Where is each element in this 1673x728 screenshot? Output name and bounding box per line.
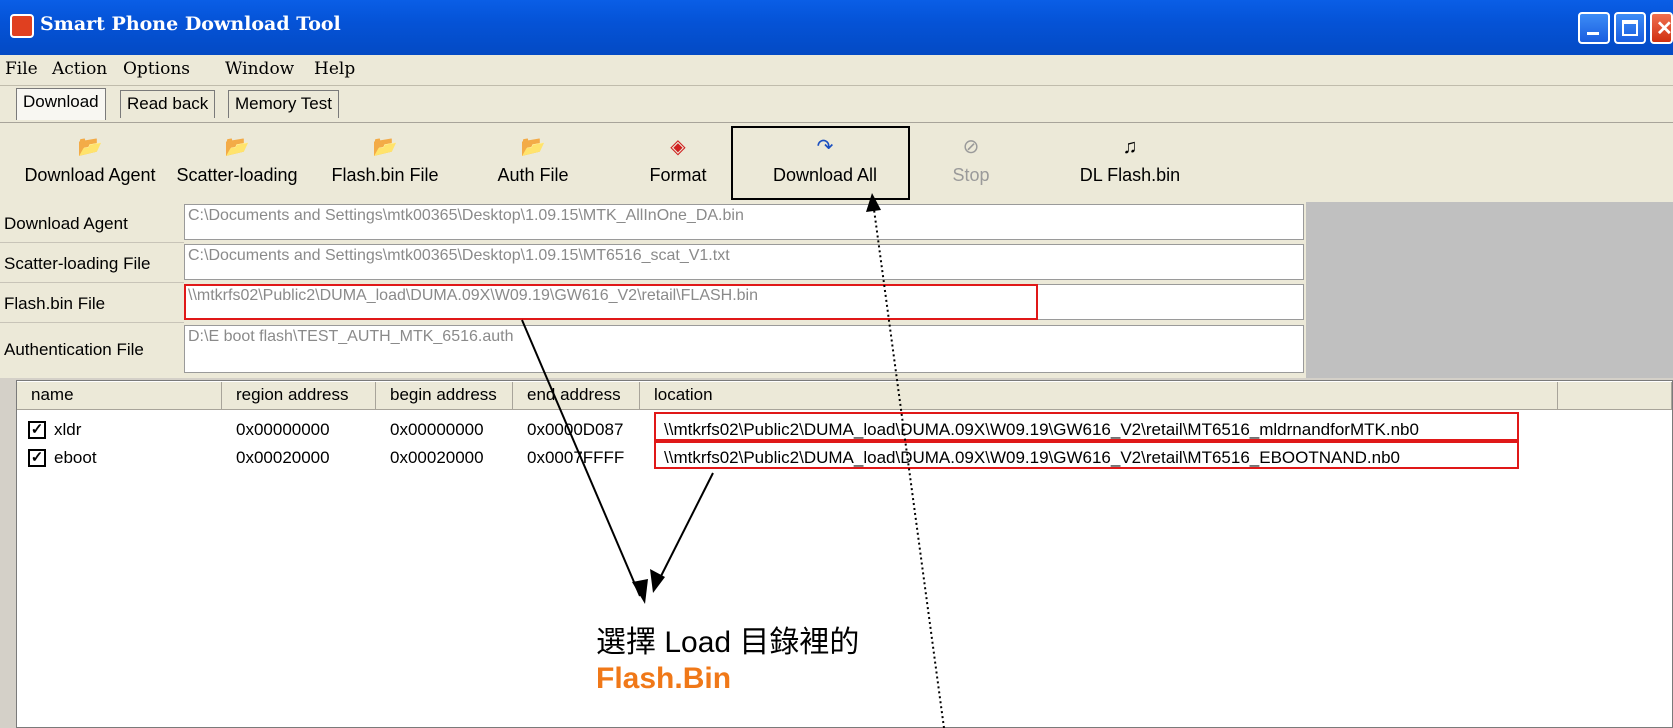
annotation-highlight-text: Flash.Bin <box>596 662 732 695</box>
arrow-line-from-flash-bin <box>521 319 641 597</box>
dotted-arrow-line-to-download-all <box>872 201 945 728</box>
arrowhead-icon <box>632 579 648 604</box>
arrowhead-icon <box>866 193 881 212</box>
arrow-line-from-location <box>656 472 714 585</box>
annotation-text: 選擇 Load 目錄裡的 <box>596 626 860 659</box>
